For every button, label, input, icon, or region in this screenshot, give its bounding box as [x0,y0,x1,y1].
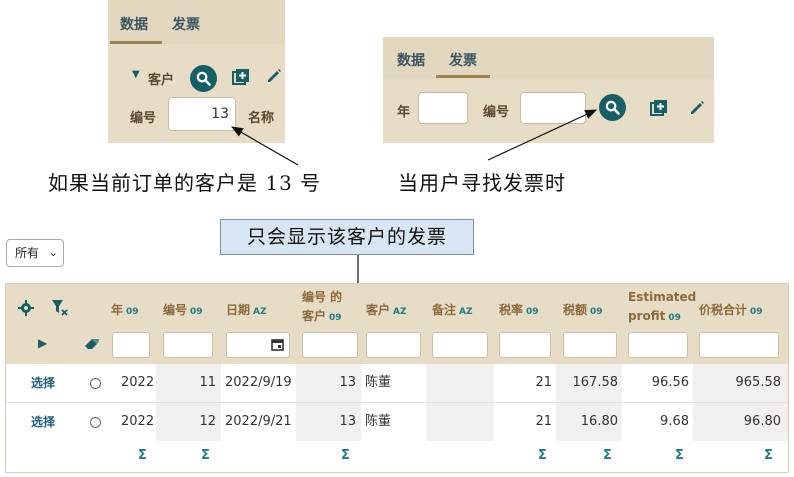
sort-numeric-icon[interactable]: 09 [126,307,139,317]
filter-tax-input[interactable] [563,332,617,358]
cell-date: 2022/9/19 [225,375,292,390]
filter-year-input[interactable] [112,332,150,358]
invoice-grid: ▶ 年 09 编号 09 日期 AZ 编号 的客户 09 客户 AZ 备注 AZ 税率 09 … [5,283,789,473]
column-shade [426,364,494,402]
cell-customer: 陈董 [365,375,392,390]
table-row[interactable]: 选择 2022 11 2022/9/19 13 陈董 21 167.58 96.… [6,364,788,403]
col-header-total[interactable]: 价税合计 09 [699,301,763,318]
filter-customer-input[interactable] [366,332,421,358]
cell-year: 2022 [121,375,155,390]
sum-year-icon[interactable]: Σ [138,448,147,463]
arrow-to-invoice-search [487,109,598,161]
clear-filter-icon[interactable] [51,299,69,317]
filter-number-input[interactable] [163,332,213,358]
sum-number-icon[interactable]: Σ [201,448,210,463]
cell-tax-rate: 21 [535,414,552,429]
cell-profit: 96.56 [651,375,689,390]
filter-customer-number-input[interactable] [302,332,358,358]
sum-profit-icon[interactable]: Σ [675,448,684,463]
sum-tax-icon[interactable]: Σ [603,448,612,463]
col-header-customer[interactable]: 客户 AZ [366,301,407,318]
filter-tax-rate-input[interactable] [499,332,551,358]
cell-customer-number: 13 [339,414,356,429]
cell-tax: 16.80 [580,414,618,429]
filter-date-input[interactable] [226,332,290,358]
col-header-tax-rate[interactable]: 税率 09 [499,301,539,318]
sum-total-icon[interactable]: Σ [764,448,773,463]
select-link[interactable]: 选择 [31,364,55,402]
filter-select[interactable]: 所有 ⌄ [6,239,64,267]
cell-total: 965.58 [735,375,782,390]
cell-customer: 陈董 [365,414,392,429]
filter-total-input[interactable] [699,332,779,358]
cell-year: 2022 [121,414,155,429]
sort-numeric-icon[interactable]: 09 [750,307,763,317]
calendar-icon[interactable] [271,338,284,351]
row-radio[interactable] [90,378,101,389]
eraser-icon[interactable] [84,337,100,351]
filter-profit-input[interactable] [628,332,688,358]
col-header-customer-number[interactable]: 编号 的客户 09 [302,288,342,328]
sum-customer-number-icon[interactable]: Σ [341,448,350,463]
col-header-date[interactable]: 日期 AZ [226,301,267,318]
cell-total: 96.80 [743,414,781,429]
cell-number: 12 [199,414,216,429]
play-triangle-icon[interactable]: ▶ [38,336,47,350]
col-header-note[interactable]: 备注 AZ [432,301,473,318]
col-header-estimated-profit[interactable]: Estimated profit 09 [628,288,696,328]
column-shade [426,403,494,441]
cell-profit: 9.68 [660,414,689,429]
sort-numeric-icon[interactable]: 09 [526,307,539,317]
sort-numeric-icon[interactable]: 09 [190,307,203,317]
sum-row: Σ Σ Σ Σ Σ Σ Σ [6,441,788,472]
grid-header: ▶ 年 09 编号 09 日期 AZ 编号 的客户 09 客户 AZ 备注 AZ 税率 09 … [6,284,788,364]
col-header-tax[interactable]: 税额 09 [563,301,603,318]
filter-note-input[interactable] [432,332,488,358]
sum-tax-rate-icon[interactable]: Σ [538,448,547,463]
table-row[interactable]: 选择 2022 12 2022/9/21 13 陈董 21 16.80 9.68… [6,403,788,442]
col-header-year[interactable]: 年 09 [111,301,139,318]
filter-select-value: 所有 [15,246,40,260]
cell-number: 11 [199,375,216,390]
cell-tax: 167.58 [572,375,619,390]
select-link[interactable]: 选择 [31,403,55,441]
settings-gear-icon[interactable] [18,300,34,316]
chevron-down-icon: ⌄ [48,246,58,259]
cell-date: 2022/9/21 [225,414,292,429]
arrow-to-customer-number [230,126,299,166]
sort-alpha-icon[interactable]: AZ [459,307,473,317]
cell-tax-rate: 21 [535,375,552,390]
row-radio[interactable] [90,417,101,428]
sort-alpha-icon[interactable]: AZ [393,307,407,317]
sort-numeric-icon[interactable]: 09 [668,313,681,323]
sort-numeric-icon[interactable]: 09 [329,313,342,323]
cell-customer-number: 13 [339,375,356,390]
sort-alpha-icon[interactable]: AZ [253,307,267,317]
col-header-number[interactable]: 编号 09 [163,301,203,318]
sort-numeric-icon[interactable]: 09 [590,307,603,317]
